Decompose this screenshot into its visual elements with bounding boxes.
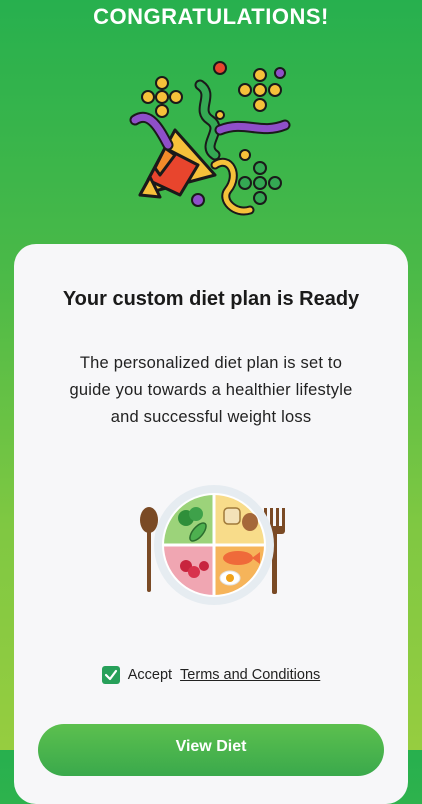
diet-plan-card: Your custom diet plan is Ready The perso… bbox=[14, 244, 408, 804]
card-title: Your custom diet plan is Ready bbox=[62, 288, 360, 310]
checkmark-icon bbox=[104, 669, 117, 681]
party-popper-icon bbox=[129, 61, 291, 216]
page-title: CONGRATULATIONS! bbox=[93, 4, 329, 29]
card-description: The personalized diet plan is set to gui… bbox=[44, 350, 378, 431]
accept-label: Accept bbox=[127, 667, 173, 683]
accept-terms-row: Accept Terms and Conditions bbox=[14, 666, 408, 684]
accept-terms-checkbox[interactable] bbox=[101, 666, 120, 684]
diet-plate-icon bbox=[140, 485, 285, 605]
description-line: and successful weight loss bbox=[110, 408, 312, 426]
description-line: guide you towards a healthier lifestyle bbox=[69, 381, 353, 399]
terms-and-conditions-link[interactable]: Terms and Conditions bbox=[180, 667, 320, 683]
description-line: The personalized diet plan is set to bbox=[79, 354, 343, 372]
view-diet-button[interactable]: View Diet bbox=[38, 724, 384, 776]
